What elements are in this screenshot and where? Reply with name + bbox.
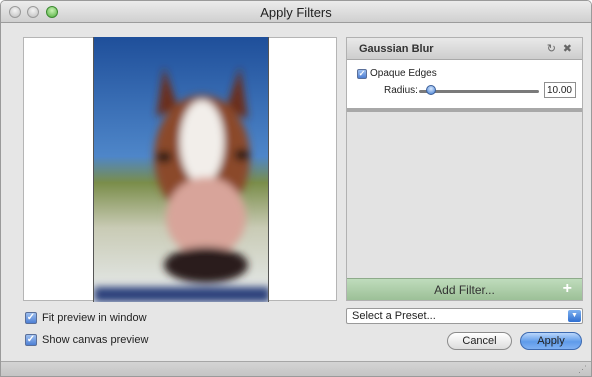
filter-panel: Gaussian Blur ↻ ✖ ✓ Opaque Edges Radius:… <box>346 37 583 301</box>
apply-filters-window: Apply Filters ✓ Fit preview in window ✓ … <box>0 0 592 377</box>
preview-area <box>23 37 337 302</box>
radius-label: Radius: <box>384 85 418 96</box>
add-filter-button[interactable]: Add Filter... + <box>347 278 582 300</box>
show-canvas-checkbox[interactable]: ✓ <box>25 334 37 346</box>
show-canvas-label: Show canvas preview <box>42 334 149 346</box>
opaque-edges-label: Opaque Edges <box>370 68 437 79</box>
cancel-button[interactable]: Cancel <box>447 332 512 350</box>
chevron-down-icon[interactable]: ▼ <box>568 310 581 322</box>
opaque-edges-checkbox[interactable]: ✓ <box>357 68 367 79</box>
plus-icon: + <box>562 280 572 297</box>
radius-slider-track[interactable] <box>419 90 539 93</box>
radius-slider-knob[interactable] <box>426 85 436 95</box>
radius-value-field[interactable]: 10.00 <box>544 82 576 98</box>
show-canvas-option[interactable]: ✓ Show canvas preview <box>25 334 148 346</box>
preview-image <box>93 37 269 302</box>
fit-preview-option[interactable]: ✓ Fit preview in window <box>25 312 147 324</box>
filter-settings: ✓ Opaque Edges Radius: 10.00 <box>347 60 582 112</box>
status-bar: ⋰ <box>1 361 591 376</box>
fit-preview-label: Fit preview in window <box>42 312 147 324</box>
resize-grip-icon[interactable]: ⋰ <box>578 364 587 375</box>
add-filter-label: Add Filter... <box>434 283 495 297</box>
reset-filter-icon[interactable]: ↻ <box>547 42 556 55</box>
preset-selected-value: Select a Preset... <box>352 310 436 322</box>
horse-preview-picture <box>94 37 268 302</box>
fit-preview-checkbox[interactable]: ✓ <box>25 312 37 324</box>
title-bar[interactable]: Apply Filters <box>1 1 591 23</box>
filter-name: Gaussian Blur <box>359 43 434 55</box>
apply-button[interactable]: Apply <box>520 332 582 350</box>
filter-header: Gaussian Blur ↻ ✖ <box>347 38 582 60</box>
window-title: Apply Filters <box>260 5 332 20</box>
remove-filter-icon[interactable]: ✖ <box>563 42 572 55</box>
preset-select[interactable]: Select a Preset... ▼ <box>346 308 583 324</box>
opaque-edges-option[interactable]: ✓ Opaque Edges <box>357 68 437 79</box>
